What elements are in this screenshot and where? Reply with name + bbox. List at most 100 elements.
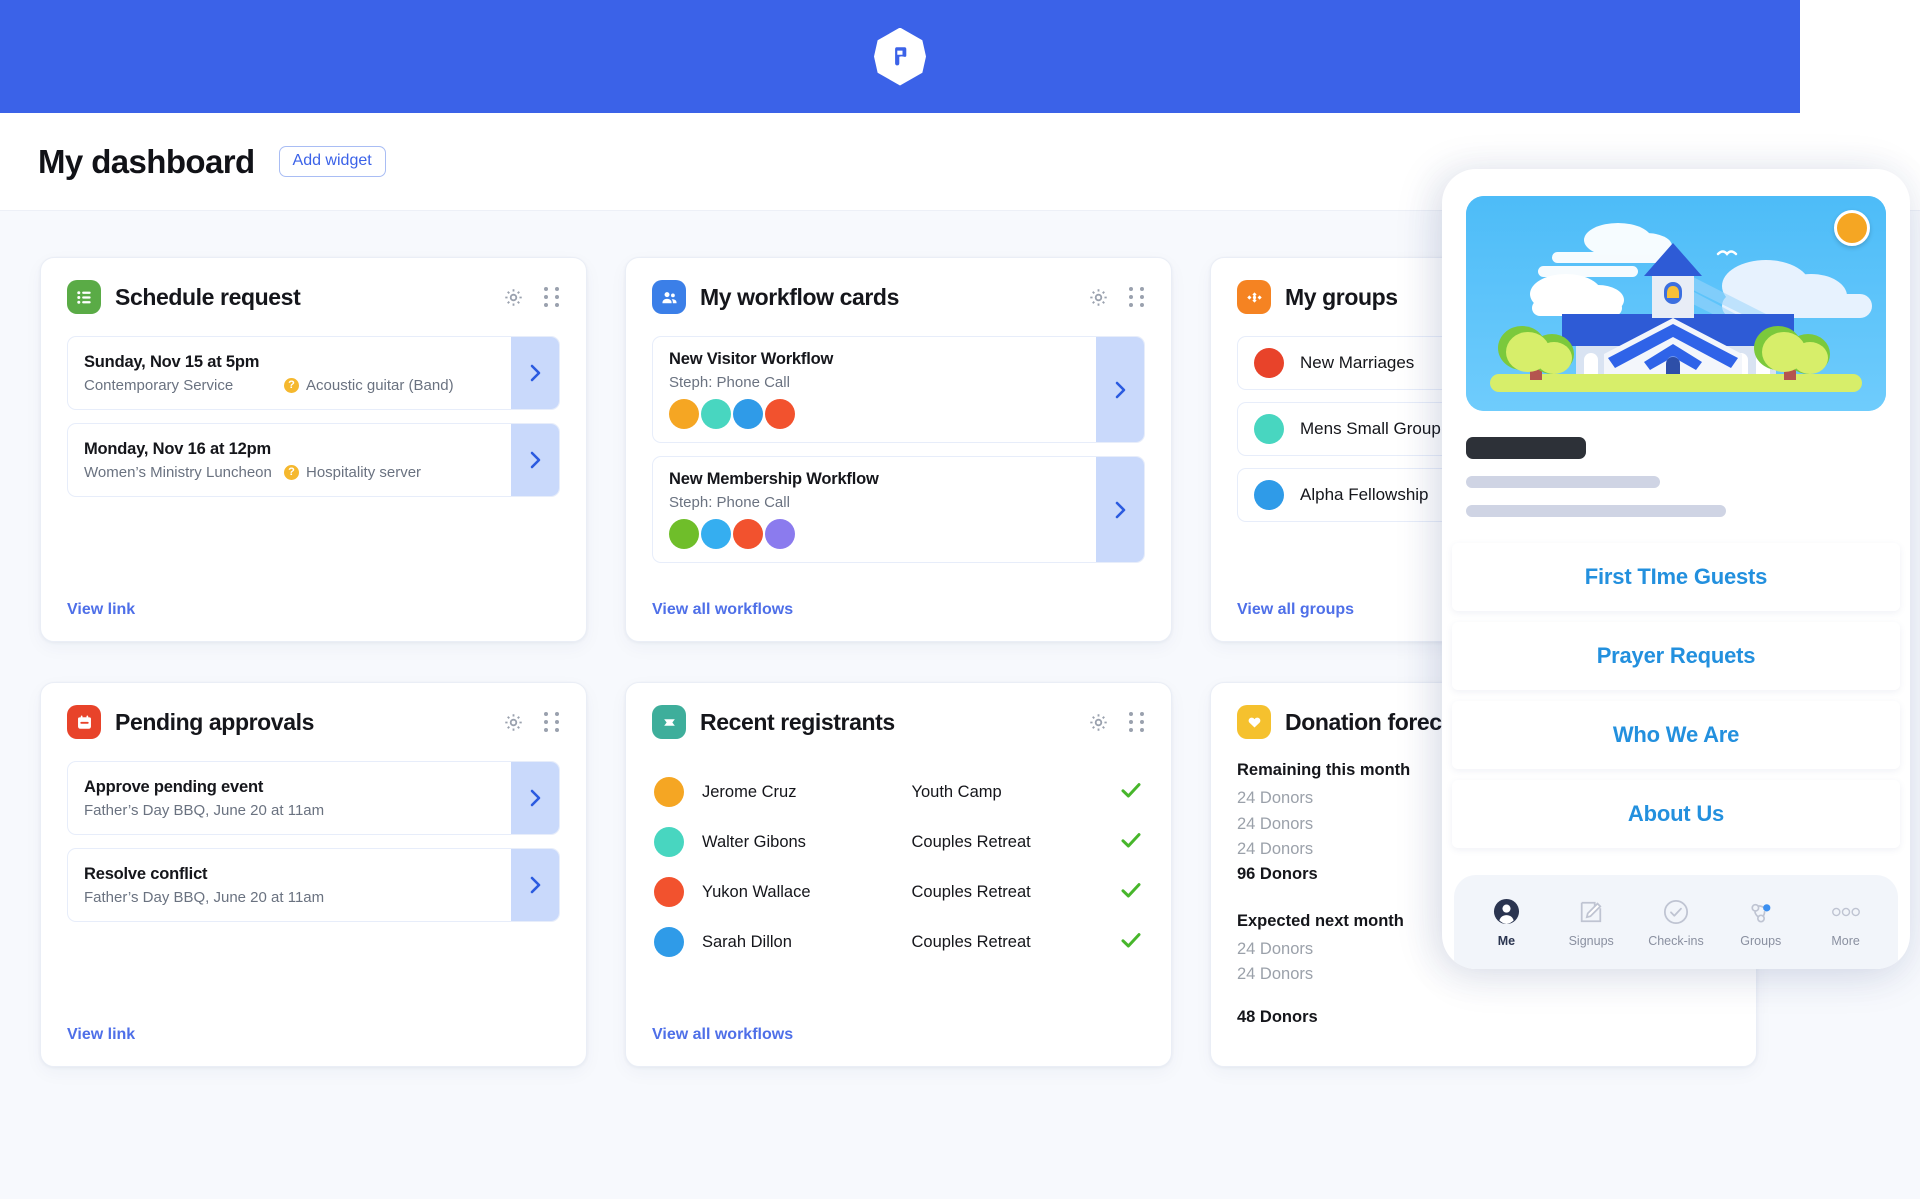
chevron-right-icon[interactable] — [511, 849, 559, 921]
nav-item-more[interactable]: More — [1807, 897, 1885, 948]
heart-icon — [1237, 705, 1271, 739]
text-placeholder — [1466, 476, 1660, 488]
view-link[interactable]: View link — [67, 1026, 560, 1044]
avatar — [669, 399, 699, 429]
registrant-name: Walter Gibons — [702, 832, 806, 851]
avatar — [654, 877, 684, 907]
row-sub-left: Steph: Phone Call — [669, 494, 790, 511]
link-about-us[interactable]: About Us — [1452, 780, 1900, 848]
planning-center-logo[interactable] — [874, 27, 926, 86]
link-who-we-are[interactable]: Who We Are — [1452, 701, 1900, 769]
row-sub-right: ? Acoustic guitar (Band) — [284, 377, 454, 394]
avatar — [733, 519, 763, 549]
row-content: Approve pending event Father’s Day BBQ, … — [68, 762, 511, 834]
add-widget-button[interactable]: Add widget — [278, 146, 386, 177]
row-subtitle: Father’s Day BBQ, June 20 at 11am — [84, 802, 495, 819]
avatar — [669, 519, 699, 549]
avatar — [654, 927, 684, 957]
registrant-row[interactable]: Jerome Cruz Youth Camp — [652, 767, 1145, 817]
registrant-event: Couples Retreat — [911, 882, 1031, 901]
gear-icon[interactable] — [503, 712, 524, 733]
chevron-right-icon[interactable] — [1096, 457, 1144, 562]
title-placeholder — [1466, 437, 1586, 459]
workflow-row[interactable]: New Visitor Workflow Steph: Phone Call — [652, 336, 1145, 443]
user-avatar[interactable] — [1834, 210, 1870, 246]
avatar — [1254, 480, 1284, 510]
drag-handle-icon[interactable] — [1129, 287, 1145, 307]
widget-header: Pending approvals — [67, 705, 560, 739]
schedule-row[interactable]: Monday, Nov 16 at 12pm Women’s Ministry … — [67, 423, 560, 497]
avatar — [701, 399, 731, 429]
nav-item-groups[interactable]: Groups — [1722, 897, 1800, 948]
drag-handle-icon[interactable] — [544, 287, 560, 307]
group-name: Alpha Fellowship — [1300, 485, 1429, 504]
view-link[interactable]: View link — [67, 601, 560, 619]
page-title: My dashboard — [38, 142, 255, 180]
text-placeholder — [1466, 505, 1726, 517]
widget-title: Schedule request — [115, 283, 301, 310]
drag-handle-icon[interactable] — [544, 712, 560, 732]
mobile-app-preview: First TIme Guests Prayer Requets Who We … — [1442, 169, 1910, 969]
view-all-workflows-link[interactable]: View all workflows — [652, 1026, 1145, 1044]
chevron-right-icon[interactable] — [511, 424, 559, 496]
row-title: New Membership Workflow — [669, 470, 879, 488]
widget-title: Pending approvals — [115, 708, 314, 735]
gear-icon[interactable] — [503, 287, 524, 308]
row-sub-left: Contemporary Service — [84, 376, 234, 394]
mobile-bottom-nav: Me Signups Check-ins Groups More — [1454, 875, 1898, 969]
row-subtitle: Contemporary Service ? Acoustic guitar (… — [84, 377, 495, 394]
group-name: Mens Small Group — [1300, 419, 1441, 438]
warning-icon: ? — [284, 377, 299, 393]
widget-header-actions — [503, 712, 560, 733]
services-list-icon — [67, 280, 101, 314]
ticket-icon — [652, 705, 686, 739]
row-sub-left: Father’s Day BBQ, June 20 at 11am — [84, 888, 325, 906]
warning-icon: ? — [284, 464, 299, 480]
row-subtitle: Father’s Day BBQ, June 20 at 11am — [84, 889, 495, 906]
view-all-workflows-link[interactable]: View all workflows — [652, 601, 1145, 619]
row-title: Monday, Nov 16 at 12pm — [84, 439, 271, 458]
row-sub-right-label: Hospitality server — [306, 463, 422, 481]
person-icon — [1493, 897, 1520, 927]
widget-recent-registrants: Recent registrants Jerome Cruz Youth Cam… — [625, 682, 1172, 1067]
avatar-group — [669, 399, 1080, 429]
chevron-right-icon[interactable] — [511, 337, 559, 409]
widget-header: Schedule request — [67, 280, 560, 314]
chevron-right-icon[interactable] — [1096, 337, 1144, 442]
avatar — [1254, 414, 1284, 444]
link-first-time-guests[interactable]: First TIme Guests — [1452, 543, 1900, 611]
row-subtitle: Steph: Phone Call — [669, 374, 1080, 391]
workflow-row[interactable]: New Membership Workflow Steph: Phone Cal… — [652, 456, 1145, 563]
nav-item-check-ins[interactable]: Check-ins — [1637, 897, 1715, 948]
row-sub-left: Father’s Day BBQ, June 20 at 11am — [84, 801, 325, 819]
registrant-row[interactable]: Yukon Wallace Couples Retreat — [652, 867, 1145, 917]
row-content: Monday, Nov 16 at 12pm Women’s Ministry … — [68, 424, 511, 496]
row-content: Resolve conflict Father’s Day BBQ, June … — [68, 849, 511, 921]
schedule-row[interactable]: Sunday, Nov 15 at 5pm Contemporary Servi… — [67, 336, 560, 410]
nav-item-me[interactable]: Me — [1467, 897, 1545, 948]
widget-title: My groups — [1285, 283, 1398, 310]
widget-header-actions — [1088, 287, 1145, 308]
nav-item-signups[interactable]: Signups — [1552, 897, 1630, 948]
gear-icon[interactable] — [1088, 287, 1109, 308]
registrant-name: Jerome Cruz — [702, 782, 797, 801]
approval-row[interactable]: Approve pending event Father’s Day BBQ, … — [67, 761, 560, 835]
row-sub-right: ? Hospitality server — [284, 464, 421, 481]
top-navigation-bar — [0, 0, 1800, 113]
pencil-square-icon — [1578, 897, 1604, 927]
registrant-row[interactable]: Walter Gibons Couples Retreat — [652, 817, 1145, 867]
registrant-row[interactable]: Sarah Dillon Couples Retreat — [652, 917, 1145, 967]
widget-header: My workflow cards — [652, 280, 1145, 314]
nav-label: Check-ins — [1648, 933, 1704, 948]
chevron-right-icon[interactable] — [511, 762, 559, 834]
row-content: New Visitor Workflow Steph: Phone Call — [653, 337, 1096, 442]
drag-handle-icon[interactable] — [1129, 712, 1145, 732]
registrant-event: Couples Retreat — [911, 832, 1031, 851]
gear-icon[interactable] — [1088, 712, 1109, 733]
link-prayer-requests[interactable]: Prayer Requets — [1452, 622, 1900, 690]
avatar — [701, 519, 731, 549]
widget-schedule-request: Schedule request Sunday, Nov 15 at 5pm C — [40, 257, 587, 642]
nav-label: More — [1831, 933, 1860, 948]
avatar — [765, 399, 795, 429]
approval-row[interactable]: Resolve conflict Father’s Day BBQ, June … — [67, 848, 560, 922]
